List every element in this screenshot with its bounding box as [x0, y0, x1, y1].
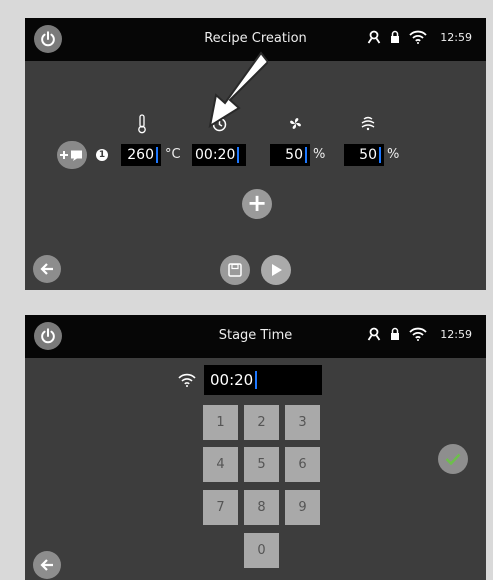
- wifi-icon: [409, 30, 427, 44]
- time-value: 00:20: [195, 147, 236, 163]
- key-0[interactable]: 0: [244, 533, 279, 568]
- temperature-unit: °C: [165, 147, 181, 162]
- text-cursor: [255, 371, 258, 389]
- key-6[interactable]: 6: [285, 447, 320, 482]
- key-7[interactable]: 7: [203, 490, 238, 525]
- temperature-field[interactable]: 260: [121, 144, 161, 166]
- stage-time-value: 00:20: [210, 371, 254, 389]
- humidity-field[interactable]: 50: [344, 144, 384, 166]
- add-note-button[interactable]: [57, 141, 87, 169]
- arrow-left-icon: [40, 559, 53, 571]
- save-button[interactable]: [220, 255, 250, 285]
- top-bar: Stage Time 12:59: [25, 315, 486, 358]
- key-5[interactable]: 5: [244, 447, 279, 482]
- wifi-icon: [178, 373, 196, 387]
- checkmark-icon: [445, 453, 461, 465]
- add-stage-button[interactable]: +: [242, 189, 272, 219]
- annotation-arrow-icon: [208, 51, 268, 128]
- plus-icon: +: [246, 189, 268, 217]
- confirm-button[interactable]: [438, 444, 468, 474]
- temperature-value: 260: [127, 147, 154, 163]
- humidity-icon: [359, 114, 377, 132]
- add-note-icon: [60, 150, 82, 161]
- stage-time-input[interactable]: 00:20: [204, 365, 322, 395]
- recipe-creation-screen: Recipe Creation 12:59 1 260 °C 00:20 50 …: [25, 18, 486, 290]
- fan-speed-field[interactable]: 50: [270, 144, 310, 166]
- clock: 12:59: [440, 327, 472, 341]
- status-bar: 12:59: [367, 30, 472, 44]
- key-8[interactable]: 8: [244, 490, 279, 525]
- play-icon: [271, 264, 282, 276]
- play-button[interactable]: [261, 255, 291, 285]
- fan-icon: [287, 115, 303, 131]
- key-9[interactable]: 9: [285, 490, 320, 525]
- save-icon: [228, 263, 242, 277]
- key-1[interactable]: 1: [203, 405, 238, 440]
- fan-speed-value: 50: [285, 147, 303, 163]
- text-cursor: [305, 147, 307, 163]
- stage-time-screen: Stage Time 12:59 00:20 1 2 3 4 5 6 7 8 9…: [25, 315, 486, 580]
- key-2[interactable]: 2: [244, 405, 279, 440]
- back-button[interactable]: [33, 255, 61, 283]
- user-icon: [368, 327, 381, 341]
- fan-speed-unit: %: [313, 147, 326, 162]
- user-icon: [368, 30, 381, 44]
- lock-icon: [391, 30, 400, 43]
- humidity-value: 50: [359, 147, 377, 163]
- text-cursor: [379, 147, 381, 163]
- stage-number-badge: 1: [96, 149, 108, 161]
- arrow-left-icon: [40, 263, 53, 275]
- text-cursor: [237, 147, 240, 163]
- key-4[interactable]: 4: [203, 447, 238, 482]
- humidity-unit: %: [387, 147, 400, 162]
- key-3[interactable]: 3: [285, 405, 320, 440]
- wifi-icon: [409, 327, 427, 341]
- clock: 12:59: [440, 30, 472, 44]
- status-bar: 12:59: [367, 327, 472, 341]
- text-cursor: [156, 147, 158, 163]
- time-field[interactable]: 00:20: [192, 144, 246, 166]
- lock-icon: [391, 327, 400, 340]
- back-button[interactable]: [33, 551, 61, 579]
- thermometer-icon: [134, 114, 150, 134]
